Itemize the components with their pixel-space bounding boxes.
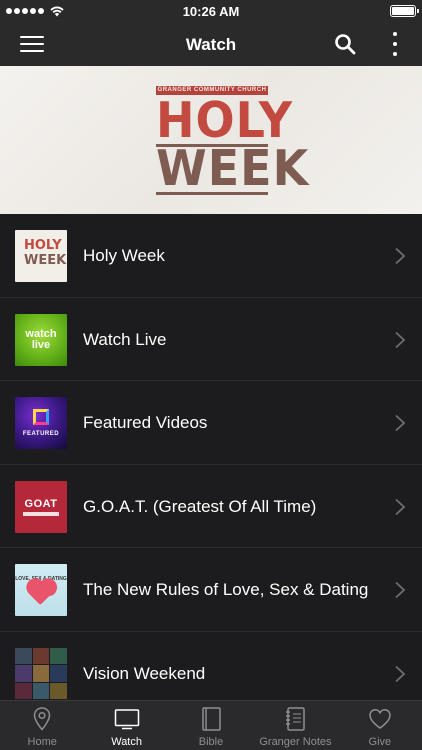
hero-title-line1: HOLY [156, 91, 294, 149]
new-rules-thumbnail: LOVE, SEX & DATING [15, 564, 67, 616]
status-time: 10:26 AM [182, 3, 240, 19]
thumbnail-text: FEATURED [22, 431, 60, 437]
page-title: Watch [185, 35, 237, 54]
thumbnail-text: HOLY [24, 238, 62, 253]
chevron-right-icon [395, 247, 406, 265]
list-item-label: The New Rules of Love, Sex & Dating [83, 580, 369, 599]
holy-week-thumbnail: HOLY WEEK [15, 230, 67, 282]
tab-give[interactable]: Give [338, 701, 422, 750]
tv-icon [114, 709, 139, 730]
list-item-vision-weekend[interactable]: Vision Weekend [0, 632, 422, 701]
chevron-right-icon [395, 665, 406, 682]
list-item-label: Watch Live [83, 329, 167, 349]
more-vertical-icon[interactable] [390, 32, 400, 56]
list-item-new-rules[interactable]: LOVE, SEX & DATING The New Rules of Love… [0, 548, 422, 632]
notebook-icon [286, 707, 306, 731]
tab-home[interactable]: Home [0, 701, 84, 750]
list-item-goat[interactable]: GOAT G.O.A.T. (Greatest Of All Time) [0, 465, 422, 548]
video-series-list: HOLY WEEK Holy Week watch live Watch Liv… [0, 214, 422, 700]
bible-book-icon [202, 707, 221, 731]
navigation-bar: Watch [0, 22, 422, 66]
list-item-label: Holy Week [83, 246, 165, 265]
hero-divider [156, 192, 268, 195]
goat-thumbnail: GOAT [15, 480, 67, 533]
search-icon[interactable] [334, 33, 356, 55]
tab-label: Give [368, 736, 392, 748]
chevron-right-icon [395, 498, 406, 515]
thumbnail-text: live [31, 338, 51, 351]
list-item-label: Vision Weekend [83, 663, 206, 683]
tab-label: Granger Notes [259, 736, 332, 748]
tab-label: Bible [198, 736, 224, 748]
thumbnail-text: WEEK [24, 253, 67, 268]
thumbnail-text: GOAT [24, 497, 58, 510]
thumbnail-text: watch [25, 327, 57, 340]
watch-live-thumbnail: watch live [15, 313, 67, 366]
hero-title-line2: WEEK [156, 139, 310, 197]
list-item-label: Featured Videos [83, 413, 208, 432]
tab-bar: Home Watch Bible Granger Notes Give [0, 700, 422, 750]
chevron-right-icon [395, 414, 406, 432]
list-item-watch-live[interactable]: watch live Watch Live [0, 298, 422, 381]
tab-bible[interactable]: Bible [169, 701, 253, 750]
status-bar: 10:26 AM [0, 0, 422, 22]
list-item-label: G.O.A.T. (Greatest Of All Time) [83, 496, 317, 516]
chevron-right-icon [395, 331, 406, 348]
chevron-right-icon [395, 581, 406, 599]
hero-banner[interactable]: GRANGER COMMUNITY CHURCH HOLY WEEK [0, 66, 422, 214]
tab-watch[interactable]: Watch [84, 701, 168, 750]
featured-videos-thumbnail: FEATURED [15, 397, 67, 449]
heart-icon [369, 709, 391, 729]
battery-icon [390, 5, 419, 17]
tab-label: Watch [111, 736, 142, 748]
list-item-featured-videos[interactable]: FEATURED Featured Videos [0, 381, 422, 465]
map-pin-icon [33, 707, 51, 731]
list-item-holy-week[interactable]: HOLY WEEK Holy Week [0, 214, 422, 298]
tab-granger-notes[interactable]: Granger Notes [253, 701, 337, 750]
holy-week-logo: GRANGER COMMUNITY CHURCH HOLY WEEK [156, 84, 310, 197]
tab-label: Home [27, 736, 57, 748]
vision-weekend-thumbnail [15, 647, 67, 700]
